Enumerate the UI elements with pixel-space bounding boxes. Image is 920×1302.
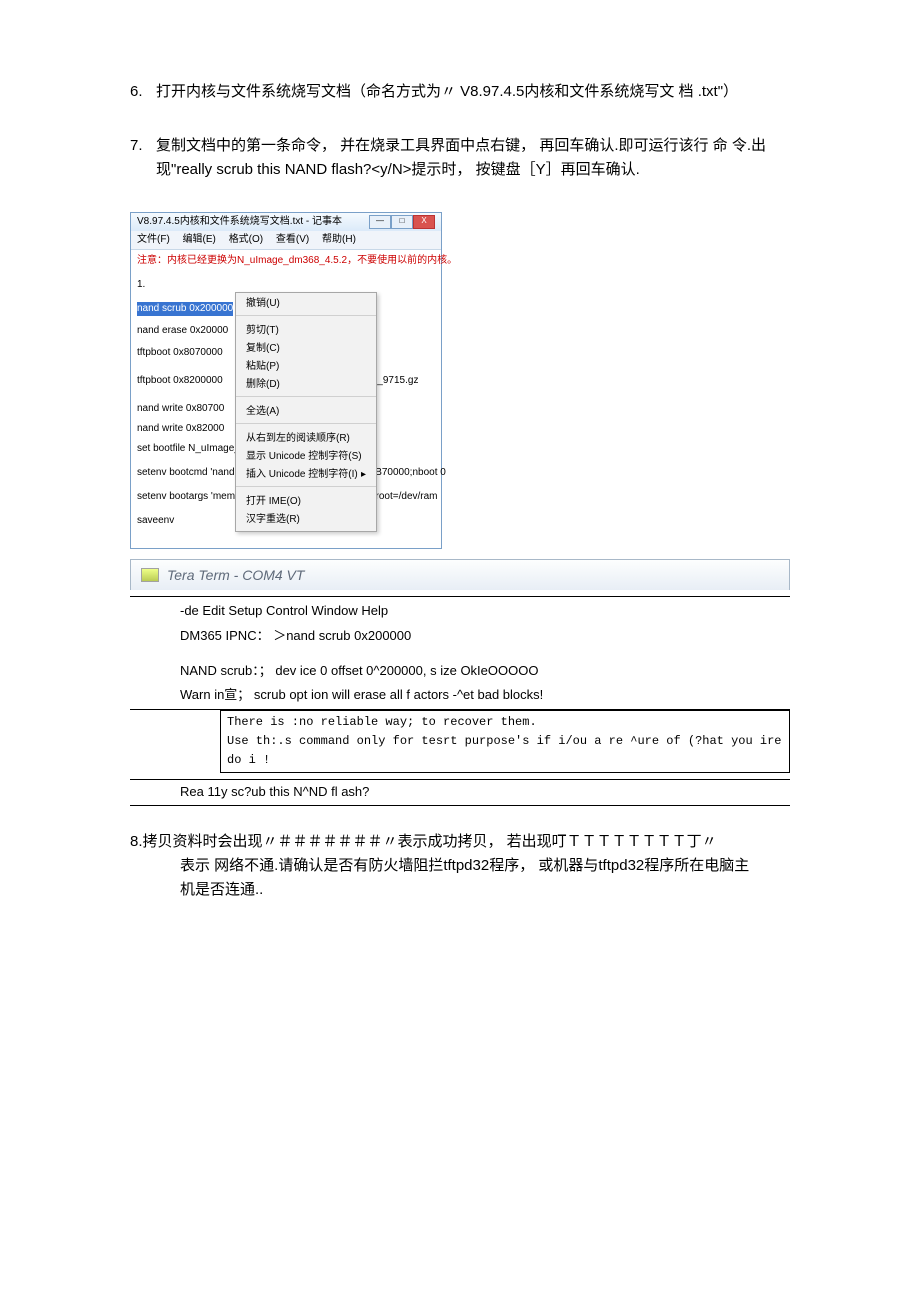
teraterm-titlebar: Tera Term - COM4 VT bbox=[130, 559, 790, 590]
list-item-8: 8.拷贝资料时会出现〃＃＃＃＃＃＃＃〃表示成功拷贝， 若出现叮ＴＴＴＴＴＴＴＴ丁… bbox=[130, 830, 790, 902]
teraterm-body: -de Edit Setup Control Window Help DM365… bbox=[130, 596, 790, 709]
terminal-line: Warn in宣； scrub opt ion will erase all f… bbox=[130, 685, 790, 706]
note-warning: 注意：内核已经更换为N_uImage_dm368_4.5.2，不要使用以前的内核… bbox=[137, 254, 435, 268]
terminal-line: Rea 11y sc?ub this N^ND fl ash? bbox=[130, 780, 790, 805]
list-number: 8. bbox=[130, 833, 143, 850]
list-text: 打开内核与文件系统烧写文档（命名方式为〃 V8.97.4.5内核和文件系统烧写文… bbox=[156, 80, 790, 104]
notepad-window: V8.97.4.5内核和文件系统烧写文档.txt - 记事本 — □ X 文件(… bbox=[130, 212, 442, 549]
ctx-separator bbox=[236, 396, 376, 401]
ctx-insert-unicode[interactable]: 插入 Unicode 控制字符(I)▸ bbox=[236, 466, 376, 484]
list-text: 表示 网络不通.请确认是否有防火墙阻拦tftpd32程序， 或机器与tftpd3… bbox=[180, 854, 790, 878]
teraterm-title: Tera Term - COM4 VT bbox=[167, 564, 304, 586]
text-line: 1. bbox=[137, 278, 435, 292]
menu-format[interactable]: 格式(O) bbox=[229, 234, 263, 245]
ctx-show-unicode[interactable]: 显示 Unicode 控制字符(S) bbox=[236, 448, 376, 466]
ctx-copy[interactable]: 复制(C) bbox=[236, 340, 376, 358]
ctx-separator bbox=[236, 486, 376, 491]
list-number: 7. bbox=[130, 134, 156, 182]
teraterm-window: Tera Term - COM4 VT -de Edit Setup Contr… bbox=[130, 559, 790, 806]
terminal-line: Use th:.s command only for tesrt purpose… bbox=[227, 732, 783, 770]
list-text: 机是否连通.. bbox=[180, 878, 790, 902]
list-item-7: 7. 复制文档中的第一条命令， 并在烧录工具界面中点右键， 再回车确认.即可运行… bbox=[130, 134, 790, 182]
ctx-cut[interactable]: 剪切(T) bbox=[236, 322, 376, 340]
window-controls: — □ X bbox=[369, 215, 435, 229]
teraterm-menubar: -de Edit Setup Control Window Help bbox=[130, 597, 790, 626]
terminal-line: DM365 IPNC： ＞nand scrub 0x200000 bbox=[130, 626, 790, 647]
ctx-rtl[interactable]: 从右到左的阅读顺序(R) bbox=[236, 430, 376, 448]
menu-view[interactable]: 查看(V) bbox=[276, 234, 309, 245]
menu-help[interactable]: 帮助(H) bbox=[322, 234, 356, 245]
list-text: 拷贝资料时会出现〃＃＃＃＃＃＃＃〃表示成功拷贝， 若出现叮ＴＴＴＴＴＴＴＴ丁〃 bbox=[143, 833, 717, 850]
ctx-open-ime[interactable]: 打开 IME(O) bbox=[236, 493, 376, 511]
close-button[interactable]: X bbox=[413, 215, 435, 229]
ctx-separator bbox=[236, 315, 376, 320]
ctx-reconvert[interactable]: 汉字重选(R) bbox=[236, 511, 376, 529]
selected-text: nand scrub 0x200000 bbox=[137, 302, 233, 316]
maximize-button[interactable]: □ bbox=[391, 215, 413, 229]
terminal-highlight-box: There is :no reliable way; to recover th… bbox=[220, 710, 790, 774]
terminal-line: NAND scrub：； dev ice 0 offset 0^200000, … bbox=[130, 661, 790, 682]
notepad-titlebar: V8.97.4.5内核和文件系统烧写文档.txt - 记事本 — □ X bbox=[131, 213, 441, 231]
list-item-6: 6. 打开内核与文件系统烧写文档（命名方式为〃 V8.97.4.5内核和文件系统… bbox=[130, 80, 790, 104]
ctx-undo[interactable]: 撤销(U) bbox=[236, 295, 376, 313]
context-menu: 撤销(U) 剪切(T) 复制(C) 粘贴(P) 删除(D) 全选(A) 从右到左… bbox=[235, 292, 377, 532]
document-page: 6. 打开内核与文件系统烧写文档（命名方式为〃 V8.97.4.5内核和文件系统… bbox=[0, 0, 920, 902]
menu-edit[interactable]: 编辑(E) bbox=[183, 234, 216, 245]
ctx-delete[interactable]: 删除(D) bbox=[236, 376, 376, 394]
notepad-title: V8.97.4.5内核和文件系统烧写文档.txt - 记事本 bbox=[137, 215, 342, 229]
ctx-paste[interactable]: 粘贴(P) bbox=[236, 358, 376, 376]
ctx-select-all[interactable]: 全选(A) bbox=[236, 403, 376, 421]
ctx-separator bbox=[236, 423, 376, 428]
notepad-body[interactable]: 注意：内核已经更换为N_uImage_dm368_4.5.2，不要使用以前的内核… bbox=[131, 250, 441, 548]
terminal-row: Rea 11y sc?ub this N^ND fl ash? bbox=[130, 779, 790, 806]
notepad-menubar: 文件(F) 编辑(E) 格式(O) 查看(V) 帮助(H) bbox=[131, 231, 441, 250]
menu-file[interactable]: 文件(F) bbox=[137, 234, 170, 245]
minimize-button[interactable]: — bbox=[369, 215, 391, 229]
terminal-line: There is :no reliable way; to recover th… bbox=[227, 713, 783, 732]
teraterm-icon bbox=[141, 568, 159, 582]
list-number: 6. bbox=[130, 80, 156, 104]
list-text: 复制文档中的第一条命令， 并在烧录工具界面中点右键， 再回车确认.即可运行该行 … bbox=[156, 134, 790, 182]
